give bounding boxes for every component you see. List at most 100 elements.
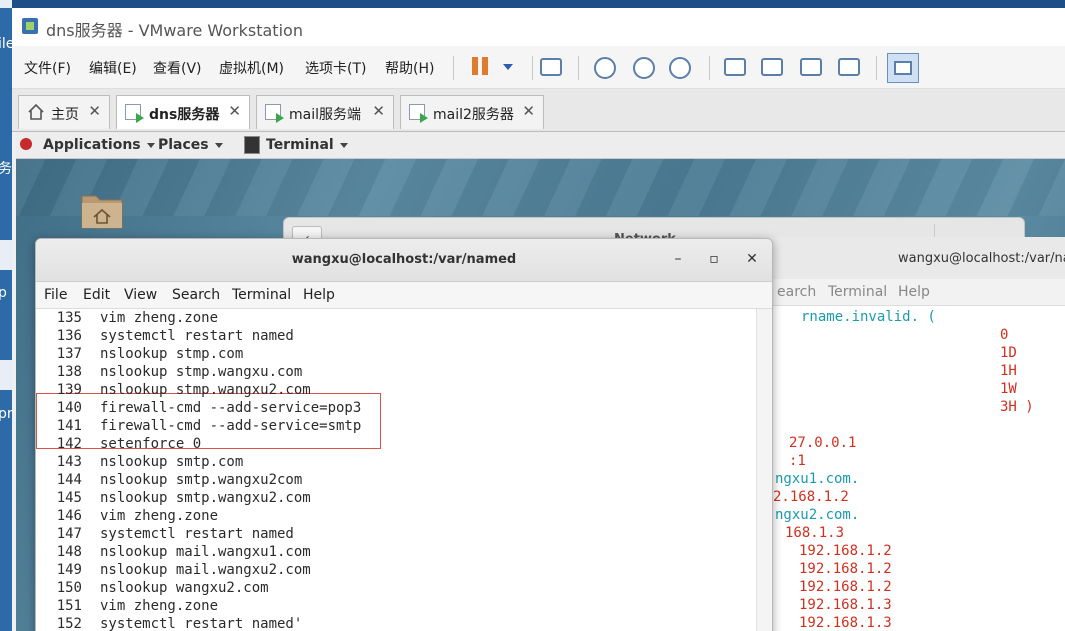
- history-command: vim zheng.zone: [100, 598, 219, 614]
- unity-icon[interactable]: [800, 58, 822, 76]
- history-number: 141: [56, 418, 82, 434]
- tab-mail-server[interactable]: mail服务端 ✕: [256, 95, 394, 129]
- tab-label: 主页: [51, 107, 79, 123]
- history-number: 150: [56, 580, 82, 596]
- maximize-icon[interactable]: ▫: [704, 249, 724, 269]
- zone-file-line: 192.168.1.2: [799, 543, 892, 559]
- terminal-header: wangxu@localhost:/var/named – ▫ ✕: [36, 239, 772, 282]
- zone-file-line: ngxu2.com.: [775, 507, 860, 523]
- history-command: nslookup smtp.wangxu2.com: [100, 490, 311, 506]
- revert-snapshot-icon[interactable]: [633, 57, 655, 79]
- snapshot-icon[interactable]: [594, 57, 616, 79]
- vm-icon: [265, 104, 284, 123]
- background-terminal: wangxu@localhost:/var/nam earch Terminal…: [753, 237, 1065, 631]
- vm-icon: [125, 104, 144, 123]
- terminal-output[interactable]: 135 vim zheng.zone 136 systemctl restart na…: [36, 309, 756, 631]
- tab-mail2-server[interactable]: mail2服务器 ✕: [400, 95, 544, 129]
- dropdown-icon[interactable]: [496, 54, 522, 80]
- places-label: Places: [158, 137, 209, 153]
- history-command: nslookup stmp.wangxu.com: [100, 364, 303, 380]
- menu-search[interactable]: Search: [172, 287, 220, 303]
- applications-menu[interactable]: Applications: [43, 137, 155, 153]
- zone-file-line: 27.0.0.1: [789, 435, 857, 451]
- zone-file-line: 1H: [1000, 363, 1017, 379]
- thumbnail-icon[interactable]: [887, 53, 919, 83]
- history-command: nslookup mail.wangxu1.com: [100, 544, 311, 560]
- close-icon[interactable]: ✕: [522, 102, 535, 120]
- history-number: 143: [56, 454, 82, 470]
- zone-file-line: 192.168.1.2: [799, 561, 892, 577]
- menu-help[interactable]: 帮助(H): [385, 58, 434, 78]
- history-command: nslookup mail.wangxu2.com: [100, 562, 311, 578]
- stretch-icon[interactable]: [838, 58, 860, 76]
- history-number: 135: [56, 310, 82, 326]
- console-view-icon[interactable]: [724, 58, 746, 76]
- history-number: 146: [56, 508, 82, 524]
- terminal-window: wangxu@localhost:/var/named – ▫ ✕ File E…: [35, 238, 773, 631]
- rt-menu-search[interactable]: earch: [777, 284, 816, 300]
- vmware-window: dns服务器 - VMware Workstation 文件(F) 编辑(E) …: [12, 8, 1065, 631]
- menu-terminal[interactable]: Terminal: [232, 287, 291, 303]
- rt-menu-terminal[interactable]: Terminal: [828, 284, 887, 300]
- close-icon[interactable]: ✕: [742, 249, 762, 269]
- history-command: nslookup stmp.wangxu2.com: [100, 382, 311, 398]
- zone-file-line: 168.1.3: [785, 525, 845, 541]
- chevron-down-icon: [214, 142, 223, 148]
- menu-help[interactable]: Help: [303, 287, 335, 303]
- pause-icon[interactable]: [467, 54, 493, 80]
- history-number: 148: [56, 544, 82, 560]
- history-number: 149: [56, 562, 82, 578]
- vmware-app-icon: [22, 18, 38, 34]
- background-terminal-title: wangxu@localhost:/var/nam: [898, 251, 1065, 266]
- background-terminal-menu: earch Terminal Help: [753, 279, 1065, 306]
- zone-file-line: :1: [789, 453, 806, 469]
- tab-label: dns服务器: [149, 107, 220, 123]
- menu-file[interactable]: File: [44, 287, 67, 303]
- tab-dns-server[interactable]: dns服务器 ✕: [116, 95, 250, 129]
- guest-desktop: Applications Places Terminal ‹ Network w…: [16, 132, 1065, 631]
- rt-menu-help[interactable]: Help: [898, 284, 930, 300]
- terminal-menu-bar: File Edit View Search Terminal Help: [36, 282, 772, 309]
- close-icon[interactable]: ✕: [228, 102, 241, 120]
- menu-edit[interactable]: Edit: [83, 287, 110, 303]
- minimize-icon[interactable]: –: [668, 249, 688, 269]
- background-terminal-header: wangxu@localhost:/var/nam: [753, 237, 1065, 279]
- menu-file[interactable]: 文件(F): [24, 58, 71, 78]
- close-icon[interactable]: ✕: [372, 102, 385, 120]
- send-ctrl-alt-del-icon[interactable]: [540, 58, 562, 76]
- history-line: 152 systemctl restart named': [36, 616, 303, 631]
- history-command: systemctl restart named: [100, 328, 294, 344]
- zone-file-line: 2.168.1.2: [773, 489, 849, 505]
- zone-file-line: 192.168.1.3: [799, 615, 892, 631]
- history-line: 147 systemctl restart named: [36, 526, 294, 544]
- menu-view[interactable]: View: [124, 287, 157, 303]
- applications-label: Applications: [43, 137, 141, 153]
- history-number: 151: [56, 598, 82, 614]
- close-icon[interactable]: ✕: [88, 102, 101, 120]
- menu-tabs[interactable]: 选项卡(T): [305, 58, 366, 78]
- host-tile: [0, 240, 12, 270]
- title-bar: dns服务器 - VMware Workstation: [12, 8, 1065, 46]
- snapshot-manager-icon[interactable]: [669, 57, 691, 79]
- distro-logo-icon: [20, 138, 32, 150]
- places-menu[interactable]: Places: [158, 137, 223, 153]
- host-desktop-edge: ile 务 p pr: [0, 0, 12, 631]
- menu-vm[interactable]: 虚拟机(M): [219, 58, 284, 78]
- history-command: nslookup smtp.com: [100, 454, 244, 470]
- menu-edit[interactable]: 编辑(E): [89, 58, 137, 78]
- tab-home[interactable]: 主页 ✕: [18, 95, 110, 129]
- history-line: 141 firewall-cmd --add-service=smtp: [36, 418, 362, 436]
- fullscreen-icon[interactable]: [761, 58, 783, 76]
- menu-view[interactable]: 查看(V): [153, 58, 202, 78]
- host-label-1: ile: [0, 36, 12, 52]
- terminal-menu[interactable]: Terminal: [266, 137, 348, 153]
- history-number: 144: [56, 472, 82, 488]
- home-folder-icon[interactable]: [80, 190, 124, 230]
- history-line: 142 setenforce 0: [36, 436, 201, 454]
- chevron-down-icon: [146, 142, 155, 148]
- zone-file-line: 1W: [1000, 381, 1017, 397]
- history-line: 136 systemctl restart named: [36, 328, 294, 346]
- scrollbar[interactable]: [756, 309, 772, 631]
- zone-file-line: 0: [1000, 327, 1009, 343]
- history-line: 143 nslookup smtp.com: [36, 454, 244, 472]
